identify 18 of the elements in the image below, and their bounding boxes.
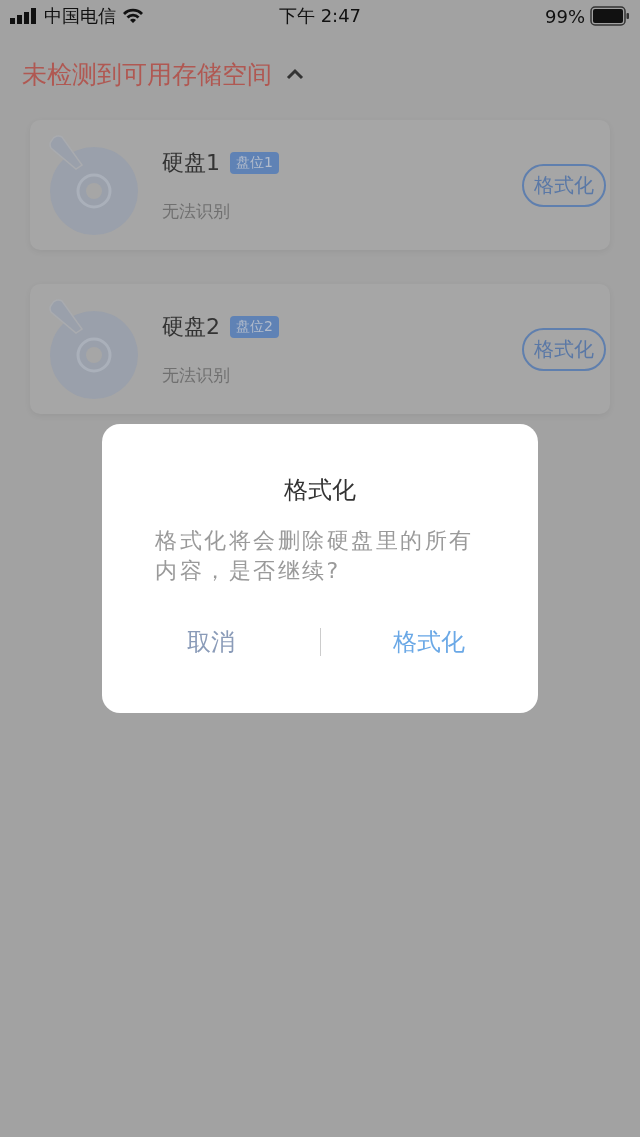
slot-tag: 盘位1	[230, 151, 279, 174]
dialog-message: 格式化将会删除硬盘里的所有内容，是否继续?	[155, 527, 475, 585]
dialog-title: 格式化	[284, 475, 356, 506]
wifi-icon	[122, 8, 144, 24]
status-time: 下午 2:47	[278, 5, 362, 26]
battery-percent: 99%	[545, 5, 585, 27]
section-title: 未检测到可用存储空间	[22, 58, 272, 91]
disk-name: 硬盘1	[162, 148, 220, 177]
format-button[interactable]: 格式化	[522, 327, 606, 371]
cancel-button[interactable]: 取消	[102, 620, 320, 664]
slot-tag: 盘位2	[230, 315, 279, 338]
confirm-button[interactable]: 格式化	[320, 620, 538, 664]
signal-icon	[10, 8, 38, 24]
format-button[interactable]: 格式化	[522, 163, 606, 207]
battery-icon	[590, 6, 630, 26]
chevron-up-icon[interactable]	[286, 68, 304, 80]
disk-name: 硬盘2	[162, 312, 220, 341]
carrier-name: 中国电信	[44, 4, 116, 28]
